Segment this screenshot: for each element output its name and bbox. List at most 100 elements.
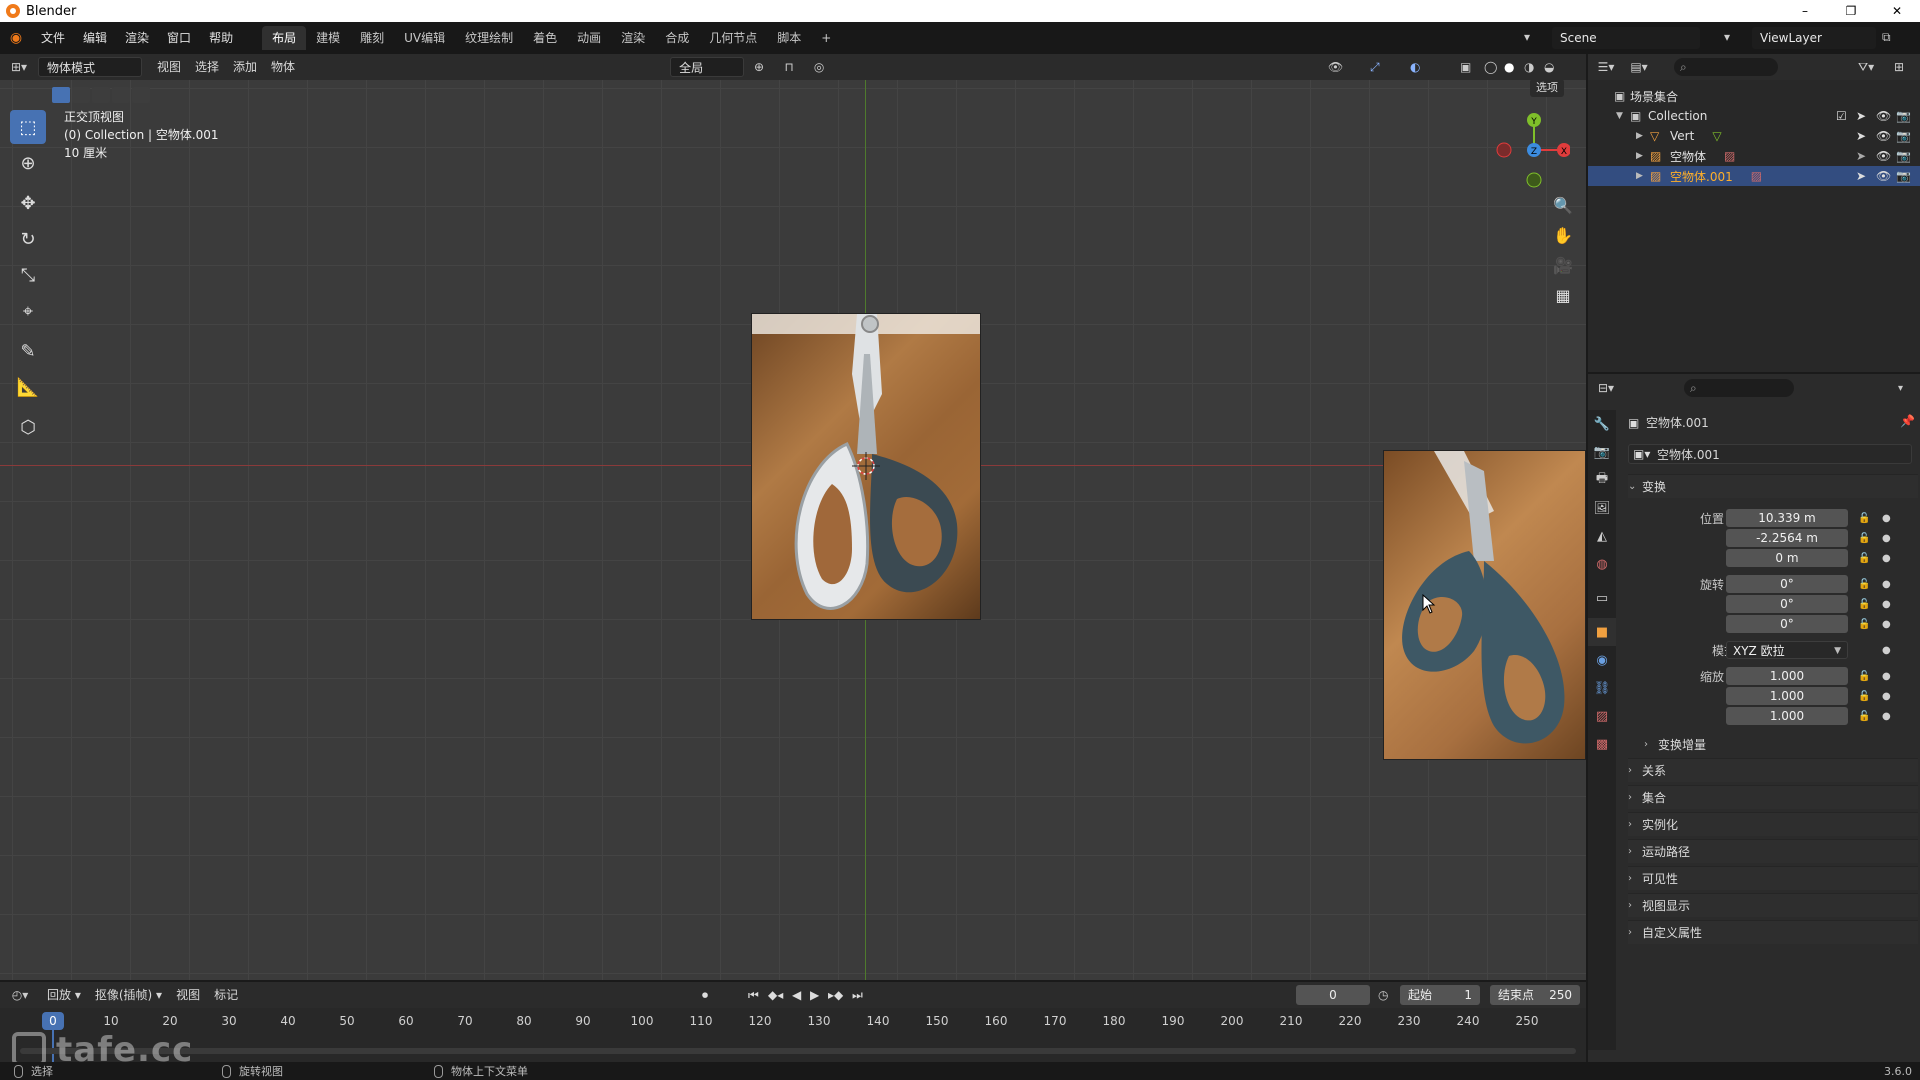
location-y-field[interactable]: -2.2564 m bbox=[1726, 529, 1848, 547]
select-toggle-icon[interactable]: ➤ bbox=[1856, 109, 1866, 123]
rotation-y-field[interactable]: 0° bbox=[1726, 595, 1848, 613]
overlay-icon[interactable]: ◐ bbox=[1410, 60, 1420, 74]
rotation-mode-dropdown[interactable]: XYZ 欧拉 ▼ bbox=[1726, 641, 1848, 659]
physics-tab-icon[interactable]: ◉ bbox=[1588, 646, 1616, 674]
object-tab-icon[interactable]: ■ bbox=[1588, 618, 1616, 646]
instancing-panel-header[interactable]: › 实例化 bbox=[1628, 812, 1918, 836]
transform-tool-icon[interactable]: ⌖ bbox=[10, 294, 46, 328]
delta-transform-subpanel[interactable]: › 变换增量 bbox=[1644, 732, 1918, 756]
new-view-layer-icon[interactable]: ⧉ bbox=[1882, 30, 1891, 45]
rotate-tool-icon[interactable]: ↻ bbox=[10, 222, 46, 256]
data-tab-icon[interactable]: ▨ bbox=[1588, 702, 1616, 730]
current-frame-field[interactable]: 0 bbox=[1296, 985, 1370, 1005]
xray-icon[interactable]: ▣ bbox=[1460, 60, 1471, 74]
jump-end-icon[interactable]: ⏭ bbox=[852, 988, 863, 1003]
playhead-frame-indicator[interactable]: 0 bbox=[42, 1012, 64, 1030]
tab-uv-editing[interactable]: UV编辑 bbox=[394, 26, 455, 50]
view-layer-field[interactable]: ViewLayer bbox=[1752, 27, 1876, 49]
keyframe-dot-icon[interactable]: ● bbox=[1882, 671, 1891, 682]
menu-edit[interactable]: 编辑 bbox=[74, 27, 116, 49]
eye-icon[interactable]: 👁 bbox=[1876, 149, 1891, 163]
rotation-z-field[interactable]: 0° bbox=[1726, 615, 1848, 633]
tab-texture-paint[interactable]: 纹理绘制 bbox=[455, 26, 523, 50]
blender-menu-icon[interactable]: ◉ bbox=[0, 30, 32, 46]
options-button[interactable]: 选项 bbox=[1530, 80, 1564, 97]
location-z-field[interactable]: 0 m bbox=[1726, 549, 1848, 567]
menu-select[interactable]: 选择 bbox=[188, 57, 226, 77]
lock-icon[interactable]: 🔓 bbox=[1858, 513, 1870, 524]
timeline-scrollbar[interactable] bbox=[20, 1048, 1576, 1054]
pan-hand-icon[interactable]: ✋ bbox=[1550, 222, 1576, 248]
transform-orientation-dropdown[interactable]: 全局 bbox=[670, 57, 745, 77]
tab-compositing[interactable]: 合成 bbox=[655, 26, 699, 50]
collections-panel-header[interactable]: › 集合 bbox=[1628, 785, 1918, 809]
navigation-gizmo[interactable]: Y X Z bbox=[1490, 108, 1570, 188]
rendered-shading-icon[interactable]: ◒ bbox=[1544, 60, 1554, 74]
wireframe-shading-icon[interactable]: ◯ bbox=[1484, 60, 1497, 74]
render-tab-icon[interactable]: 📷 bbox=[1588, 438, 1616, 466]
select-intersect-icon[interactable] bbox=[132, 87, 150, 103]
pin-icon[interactable]: 📌 bbox=[1900, 414, 1915, 428]
render-camera-icon[interactable]: 📷 bbox=[1896, 109, 1911, 123]
outliner-scene-collection[interactable]: ▣ 场景集合 bbox=[1588, 86, 1920, 106]
exclude-checkbox[interactable]: ☑ bbox=[1836, 109, 1847, 123]
lock-icon[interactable]: 🔓 bbox=[1858, 579, 1870, 590]
expand-chevron-icon[interactable]: ▼ bbox=[1616, 111, 1630, 121]
maximize-button[interactable]: ❐ bbox=[1828, 0, 1874, 22]
camera-view-icon[interactable]: 🎥 bbox=[1550, 252, 1576, 278]
rotation-x-field[interactable]: 0° bbox=[1726, 575, 1848, 593]
close-button[interactable]: ✕ bbox=[1874, 0, 1920, 22]
outliner-editor-type-icon[interactable]: ☰▾ bbox=[1588, 60, 1624, 74]
lock-icon[interactable]: 🔓 bbox=[1858, 671, 1870, 682]
preview-range-icon[interactable]: ◷ bbox=[1378, 988, 1388, 1002]
solid-shading-icon[interactable]: ● bbox=[1504, 60, 1514, 74]
properties-search-input[interactable]: ⌕ bbox=[1684, 379, 1794, 397]
keyframe-dot-icon[interactable]: ● bbox=[1882, 619, 1891, 630]
collection-tab-icon[interactable]: ▭ bbox=[1588, 584, 1616, 612]
measure-tool-icon[interactable]: 📐 bbox=[10, 370, 46, 404]
world-tab-icon[interactable]: ◍ bbox=[1588, 550, 1616, 578]
gizmo-icon[interactable]: ⤢ bbox=[1370, 60, 1380, 75]
outliner-item-empty-001[interactable]: ▶ ▨ 空物体.001 ▨ ➤ 👁 📷 bbox=[1588, 166, 1920, 186]
tab-rendering[interactable]: 渲染 bbox=[611, 26, 655, 50]
menu-help[interactable]: 帮助 bbox=[200, 27, 242, 49]
reference-image-empty-001[interactable] bbox=[1383, 450, 1586, 760]
scale-x-field[interactable]: 1.000 bbox=[1726, 667, 1848, 685]
annotate-tool-icon[interactable]: ✎ bbox=[10, 334, 46, 368]
location-x-field[interactable]: 10.339 m bbox=[1726, 509, 1848, 527]
lock-icon[interactable]: 🔓 bbox=[1858, 619, 1870, 630]
keyframe-dot-icon[interactable]: ● bbox=[1882, 691, 1891, 702]
scene-tab-icon[interactable]: ◭ bbox=[1588, 522, 1616, 550]
visibility-panel-header[interactable]: › 可见性 bbox=[1628, 866, 1918, 890]
minimize-button[interactable]: – bbox=[1782, 0, 1828, 22]
end-frame-field[interactable]: 结束点 250 bbox=[1490, 985, 1580, 1005]
material-shading-icon[interactable]: ◑ bbox=[1524, 60, 1534, 74]
outliner-item-vert[interactable]: ▶ ▽ Vert ▽ ➤ 👁 📷 bbox=[1588, 126, 1920, 146]
lock-icon[interactable]: 🔓 bbox=[1858, 711, 1870, 722]
lock-icon[interactable]: 🔓 bbox=[1858, 533, 1870, 544]
expand-chevron-icon[interactable]: ▶ bbox=[1636, 131, 1650, 141]
object-name-field[interactable]: ▣▾ 空物体.001 bbox=[1628, 444, 1912, 464]
outliner-collection[interactable]: ▼ ▣ Collection ☑ ➤ 👁 📷 bbox=[1588, 106, 1920, 126]
next-keyframe-icon[interactable]: ▸◆ bbox=[828, 988, 843, 1002]
select-new-icon[interactable] bbox=[52, 87, 70, 103]
transform-panel-header[interactable]: ⌄ 变换 bbox=[1628, 474, 1918, 498]
cursor-tool-icon[interactable]: ⊕ bbox=[10, 146, 46, 180]
select-subtract-icon[interactable] bbox=[92, 87, 110, 103]
custom-properties-panel-header[interactable]: › 自定义属性 bbox=[1628, 920, 1918, 944]
lock-icon[interactable]: 🔓 bbox=[1858, 691, 1870, 702]
tab-layout[interactable]: 布局 bbox=[262, 26, 307, 50]
keying-menu[interactable]: 抠像(插帧) ▾ bbox=[88, 985, 169, 1005]
menu-add[interactable]: 添加 bbox=[226, 57, 264, 77]
keyframe-dot-icon[interactable]: ● bbox=[1882, 599, 1891, 610]
tab-modeling[interactable]: 建模 bbox=[306, 26, 350, 50]
ortho-grid-icon[interactable]: ▦ bbox=[1550, 282, 1576, 308]
relations-panel-header[interactable]: › 关系 bbox=[1628, 758, 1918, 782]
prev-keyframe-icon[interactable]: ◆◂ bbox=[768, 988, 783, 1002]
select-box-tool-icon[interactable]: ⬚ bbox=[10, 110, 46, 144]
keyframe-dot-icon[interactable]: ● bbox=[1882, 645, 1891, 656]
keyframe-dot-icon[interactable]: ● bbox=[1882, 553, 1891, 564]
scale-tool-icon[interactable]: ⤡ bbox=[10, 258, 46, 292]
add-cube-tool-icon[interactable]: ⬡ bbox=[10, 410, 46, 444]
timeline-ruler[interactable]: 10 20 30 40 50 60 70 80 90 100 110 120 130 140 150 160 1… bbox=[0, 1010, 1586, 1032]
